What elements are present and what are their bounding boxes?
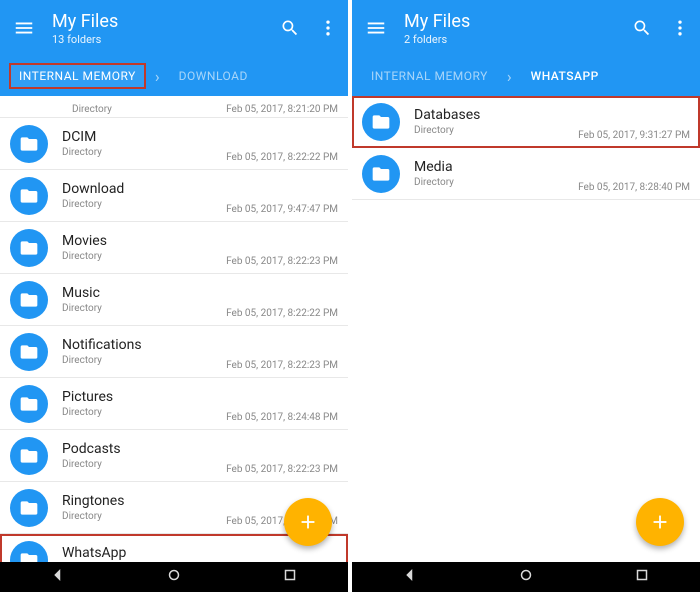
home-icon[interactable] (517, 566, 535, 588)
folder-type: Directory (62, 303, 226, 314)
crumb-download[interactable]: DOWNLOAD (170, 64, 257, 88)
folder-icon (10, 489, 48, 527)
chevron-right-icon: › (155, 67, 160, 86)
list-item[interactable]: Podcasts DirectoryFeb 05, 2017, 8:22:23 P… (0, 430, 348, 482)
add-button[interactable] (636, 498, 684, 546)
hamburger-icon[interactable] (10, 17, 38, 39)
folder-type: Directory (62, 199, 226, 210)
crumb-whatsapp[interactable]: WHATSAPP (522, 64, 608, 88)
search-icon[interactable] (280, 18, 300, 38)
folder-type: Directory (62, 147, 226, 158)
list-item[interactable]: Media DirectoryFeb 05, 2017, 8:28:40 PM (352, 148, 700, 200)
folder-icon (10, 541, 48, 563)
folder-icon (10, 437, 48, 475)
list-item[interactable]: Movies DirectoryFeb 05, 2017, 8:22:23 PM (0, 222, 348, 274)
more-icon[interactable] (318, 18, 338, 38)
back-icon[interactable] (49, 566, 67, 588)
folder-icon (10, 385, 48, 423)
folder-name: Download (62, 181, 226, 197)
appbar: My Files 2 folders (352, 0, 700, 56)
appbar-actions (280, 18, 338, 38)
folder-icon (10, 125, 48, 163)
left-screen: My Files 13 folders INTERNAL MEMORY › DO… (0, 0, 348, 592)
appbar: My Files 13 folders (0, 0, 348, 56)
list-item[interactable]: Download DirectoryFeb 05, 2017, 9:47:47 P… (0, 170, 348, 222)
folder-timestamp: Feb 05, 2017, 8:24:48 PM (226, 412, 338, 429)
folder-timestamp: Feb 05, 2017, 9:31:27 PM (578, 130, 690, 147)
folder-name: Ringtones (62, 493, 226, 509)
chevron-right-icon: › (507, 67, 512, 86)
list-item[interactable]: DCIM DirectoryFeb 05, 2017, 8:22:22 PM (0, 118, 348, 170)
folder-timestamp: Feb 05, 2017, 8:22:23 PM (226, 464, 338, 481)
app-title: My Files (52, 11, 280, 32)
folder-timestamp: Feb 05, 2017, 8:22:22 PM (226, 152, 338, 169)
list-item[interactable]: Pictures DirectoryFeb 05, 2017, 8:24:48 P… (0, 378, 348, 430)
folder-type: Directory (62, 407, 226, 418)
search-icon[interactable] (632, 18, 652, 38)
folder-name: Notifications (62, 337, 226, 353)
breadcrumb: INTERNAL MEMORY › DOWNLOAD (0, 56, 348, 96)
title-block: My Files 2 folders (404, 11, 632, 46)
app-subtitle: 2 folders (404, 33, 632, 46)
folder-timestamp: Feb 05, 2017, 8:28:40 PM (578, 182, 690, 199)
folder-name: Databases (414, 107, 578, 123)
folder-timestamp: Feb 05, 2017, 8:22:22 PM (226, 308, 338, 325)
recents-icon[interactable] (281, 566, 299, 588)
folder-type: Directory (62, 251, 226, 262)
folder-list[interactable]: Directory Feb 05, 2017, 8:21:20 PM DCIMD… (0, 96, 348, 562)
folder-timestamp: Feb 05, 2017, 9:47:47 PM (226, 204, 338, 221)
folder-timestamp: Feb 05, 2017, 8:22:23 PM (226, 360, 338, 377)
hamburger-icon[interactable] (362, 17, 390, 39)
folder-icon (10, 281, 48, 319)
crumb-internal-memory[interactable]: INTERNAL MEMORY (10, 64, 145, 88)
folder-icon (10, 333, 48, 371)
navbar (0, 562, 348, 592)
list-item-partial[interactable]: Directory Feb 05, 2017, 8:21:20 PM (0, 96, 348, 118)
app-title: My Files (404, 11, 632, 32)
folder-icon (10, 177, 48, 215)
more-icon[interactable] (670, 18, 690, 38)
add-button[interactable] (284, 498, 332, 546)
navbar (352, 562, 700, 592)
folder-name: Music (62, 285, 226, 301)
title-block: My Files 13 folders (52, 11, 280, 46)
list-item[interactable]: Music DirectoryFeb 05, 2017, 8:22:22 PM (0, 274, 348, 326)
folder-type: Directory (414, 177, 578, 188)
folder-type: Directory (62, 459, 226, 470)
folder-icon (362, 103, 400, 141)
breadcrumb: INTERNAL MEMORY › WHATSAPP (352, 56, 700, 96)
folder-timestamp: Feb 05, 2017, 8:21:20 PM (226, 104, 338, 115)
appbar-actions (632, 18, 690, 38)
folder-icon (362, 155, 400, 193)
app-subtitle: 13 folders (52, 33, 280, 46)
folder-type: Directory (72, 104, 112, 115)
folder-name: Pictures (62, 389, 226, 405)
right-screen: My Files 2 folders INTERNAL MEMORY › WHA… (352, 0, 700, 592)
back-icon[interactable] (401, 566, 419, 588)
folder-name: Movies (62, 233, 226, 249)
folder-name: WhatsApp (62, 545, 226, 561)
folder-type: Directory (414, 125, 578, 136)
folder-icon (10, 229, 48, 267)
folder-name: Media (414, 159, 578, 175)
folder-list[interactable]: DatabasesDirectoryFeb 05, 2017, 9:31:27 … (352, 96, 700, 562)
folder-type: Directory (62, 511, 226, 522)
folder-timestamp: Feb 05, 2017, 8:22:23 PM (226, 256, 338, 273)
folder-type: Directory (62, 355, 226, 366)
folder-name: DCIM (62, 129, 226, 145)
folder-name: Podcasts (62, 441, 226, 457)
home-icon[interactable] (165, 566, 183, 588)
list-item[interactable]: Notifications DirectoryFeb 05, 2017, 8:22… (0, 326, 348, 378)
crumb-internal-memory[interactable]: INTERNAL MEMORY (362, 64, 497, 88)
recents-icon[interactable] (633, 566, 651, 588)
list-item[interactable]: Databases DirectoryFeb 05, 2017, 9:31:27 … (352, 96, 700, 148)
